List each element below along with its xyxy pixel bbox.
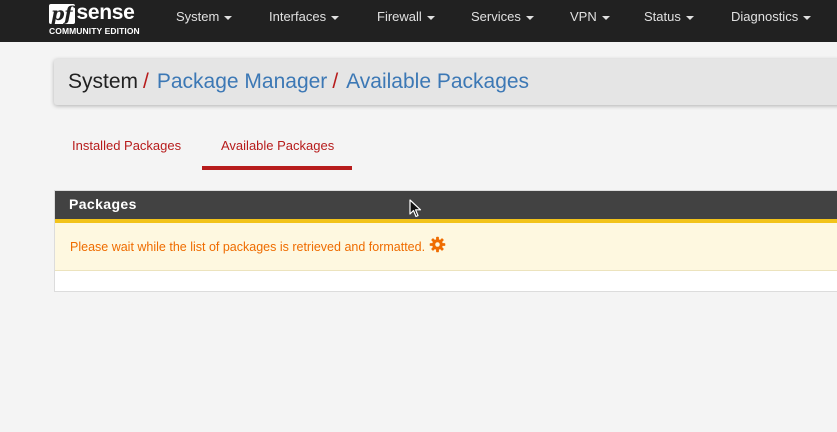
breadcrumb: System / Package Manager / Available Pac… bbox=[54, 59, 837, 105]
breadcrumb-item-system: System bbox=[68, 70, 139, 93]
nav-menu-label: Firewall bbox=[377, 9, 422, 24]
pfsense-logo[interactable]: pf sense COMMUNITY EDITION bbox=[49, 2, 153, 38]
nav-menu-firewall[interactable]: Firewall bbox=[377, 0, 435, 34]
tab-installed-packages[interactable]: Installed Packages bbox=[72, 138, 181, 153]
logo-sense-text: sense bbox=[76, 1, 135, 24]
nav-menu-vpn[interactable]: VPN bbox=[570, 0, 610, 34]
nav-menu-label: Interfaces bbox=[269, 9, 327, 24]
mouse-cursor-icon bbox=[409, 199, 422, 218]
breadcrumb-separator: / bbox=[143, 70, 149, 93]
nav-menu-label: Services bbox=[471, 9, 521, 24]
caret-down-icon bbox=[525, 15, 534, 20]
caret-down-icon bbox=[224, 15, 233, 20]
nav-menu-status[interactable]: Status bbox=[644, 0, 694, 34]
nav-menu-label: Status bbox=[644, 9, 681, 24]
nav-menu-label: VPN bbox=[570, 9, 597, 24]
caret-down-icon bbox=[601, 15, 610, 20]
top-navbar: pf sense COMMUNITY EDITION System Interf… bbox=[0, 0, 837, 42]
loading-message: Please wait while the list of packages i… bbox=[70, 239, 426, 254]
panel-heading: Packages bbox=[55, 191, 837, 223]
logo-pf-mark: pf bbox=[49, 4, 76, 24]
caret-down-icon bbox=[426, 15, 435, 20]
nav-menu-label: Diagnostics bbox=[731, 9, 799, 24]
nav-menu-interfaces[interactable]: Interfaces bbox=[269, 0, 340, 34]
caret-down-icon bbox=[331, 15, 340, 20]
active-tab-indicator bbox=[202, 166, 352, 170]
breadcrumb-separator: / bbox=[332, 70, 339, 93]
nav-menu-system[interactable]: System bbox=[176, 0, 233, 34]
gear-icon bbox=[429, 236, 446, 253]
nav-menu-diagnostics[interactable]: Diagnostics bbox=[731, 0, 812, 34]
tab-available-packages[interactable]: Available Packages bbox=[221, 138, 334, 153]
caret-down-icon bbox=[685, 15, 694, 20]
logo-edition-text: COMMUNITY EDITION bbox=[49, 26, 140, 36]
packages-panel: Packages Please wait while the list of p… bbox=[54, 190, 837, 292]
loading-alert: Please wait while the list of packages i… bbox=[55, 223, 837, 271]
breadcrumb-link-package-manager[interactable]: Package Manager bbox=[157, 70, 327, 94]
nav-menu-services[interactable]: Services bbox=[471, 0, 534, 34]
breadcrumb-link-available-packages[interactable]: Available Packages bbox=[346, 70, 529, 94]
caret-down-icon bbox=[803, 15, 812, 20]
panel-title: Packages bbox=[69, 196, 137, 212]
nav-menu-label: System bbox=[176, 9, 220, 24]
